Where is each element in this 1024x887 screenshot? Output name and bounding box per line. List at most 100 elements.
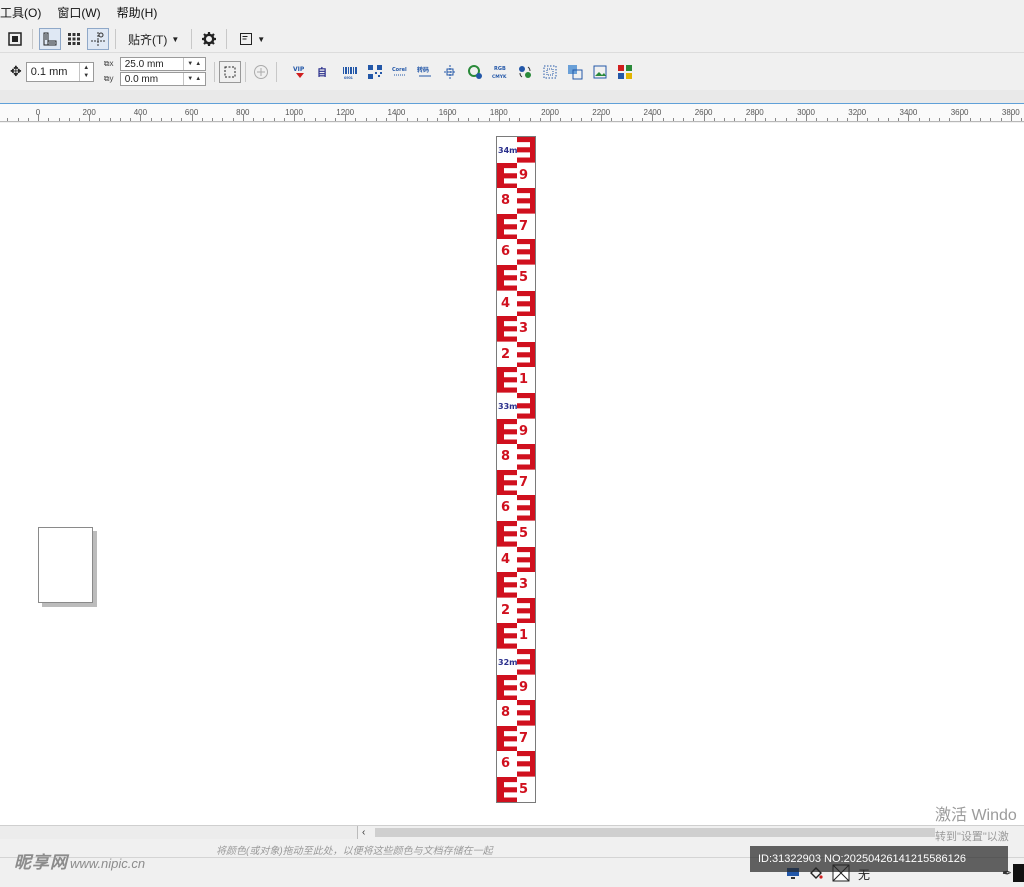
vip-icon[interactable]: VIP [291, 62, 310, 81]
horizontal-ruler[interactable]: 0 200 400 600 800 1000 1200 1400 1600 1800 2000 220… [0, 104, 1024, 122]
ruler-tick [550, 114, 551, 121]
image-icon[interactable] [591, 62, 610, 81]
qr-code-icon[interactable] [366, 62, 385, 81]
toolbar-separator [226, 29, 228, 49]
dotted-select-icon[interactable] [541, 62, 560, 81]
staff-e-mark [497, 623, 517, 649]
drawing-canvas[interactable]: 34m 9 8 7 6 5 4 3 2 1 33m 9 8 7 6 5 4 3 2 1 32m 9 8 7 6 5 [0, 123, 1024, 825]
ruler-tick [375, 118, 377, 121]
ruler-tick [171, 118, 173, 121]
ruler-tick [79, 118, 80, 121]
duplicate-y-spinner[interactable]: ▼ ▲ [182, 73, 205, 85]
snap-to-dropdown[interactable]: 贴齐(T) ▼ [122, 28, 185, 50]
outline-color-swatch[interactable] [1013, 864, 1024, 882]
staff-e-mark [497, 265, 517, 291]
launcher-dropdown[interactable]: ▼ [233, 28, 271, 50]
standard-toolbar: 贴齐(T) ▼ ▼ [0, 26, 1024, 52]
staff-digit: 8 [501, 705, 511, 721]
staff-digit: 8 [501, 193, 511, 209]
barcode-icon[interactable]: 6901 [341, 62, 360, 81]
ruler-tick [478, 118, 480, 121]
horizontal-scroll-thumb[interactable] [375, 828, 935, 837]
ruler-tick [232, 118, 234, 121]
horizontal-scrollbar-area: ‹ [0, 825, 1024, 839]
windows-activation-notice: 激活 Windo 转到"设置"以激 [935, 806, 1017, 844]
show-rulers-icon[interactable] [39, 28, 61, 50]
ruler-tick [283, 118, 285, 121]
color-gear-icon[interactable] [466, 62, 485, 81]
gear-icon[interactable] [198, 28, 220, 50]
toolbar-separator [244, 61, 246, 82]
show-grid-icon[interactable] [63, 28, 85, 50]
svg-text:转码: 转码 [417, 66, 429, 74]
ruler-tick [519, 118, 521, 121]
ruler-tick [631, 118, 633, 121]
ruler-tick [570, 118, 572, 121]
duplicate-y-value: 0.0 mm [124, 73, 159, 85]
staff-digit: 3 [519, 577, 529, 593]
duplicate-x-spinner[interactable]: ▼ ▲ [182, 58, 205, 70]
ruler-tick [672, 118, 674, 121]
ruler-tick [734, 118, 736, 121]
nudge-distance-input[interactable]: 0.1 mm ▲ ▼ [25, 61, 94, 82]
menu-help[interactable]: 帮助(H) [109, 0, 166, 26]
ruler-tick [335, 118, 336, 121]
page-tabs-area[interactable] [0, 826, 358, 839]
page-preview[interactable] [38, 527, 93, 603]
ruler-tick [58, 118, 60, 121]
ruler-tick [509, 118, 510, 121]
ruler-tick [580, 118, 582, 121]
menu-tools[interactable]: 工具(O) [0, 0, 49, 26]
staff-digit: 5 [519, 782, 529, 797]
ruler-tick [355, 118, 357, 121]
color-palette-icon[interactable] [616, 62, 635, 81]
ruler-tick [27, 118, 29, 121]
ruler-tick [744, 118, 746, 121]
corel-icon[interactable]: Corel [391, 62, 410, 81]
scroll-left-icon[interactable]: ‹ [362, 826, 365, 839]
rgb-cmyk-icon[interactable]: RGB CMYK [491, 62, 510, 81]
ruler-tick [150, 118, 152, 121]
staff-meter-label: 34m [498, 146, 518, 155]
conversion-icon[interactable]: 转码 [416, 62, 435, 81]
align-nodes-icon[interactable] [441, 62, 460, 81]
ruler-tick [918, 118, 920, 121]
copy-object-icon[interactable] [566, 62, 585, 81]
ruler-tick [201, 118, 203, 121]
svg-text:VIP: VIP [293, 66, 305, 73]
staff-e-mark [497, 367, 517, 393]
watermark-site: www.nipic.cn [70, 856, 146, 871]
ruler-gutter [0, 90, 1024, 104]
ruler-tick [437, 118, 439, 121]
show-guidelines-icon[interactable] [87, 28, 109, 50]
staff-digit: 3 [519, 321, 529, 337]
ruler-tick [683, 118, 685, 121]
ruler-tick [294, 114, 295, 121]
nudge-icon: ✥ [10, 63, 22, 79]
duplicate-x-input[interactable]: 25.0 mm ▼ ▲ [119, 57, 206, 71]
staff-digit: 6 [501, 756, 511, 772]
add-circle-icon[interactable] [250, 61, 272, 83]
nudge-spinner[interactable]: ▲ ▼ [78, 62, 93, 81]
ruler-tick [867, 118, 869, 121]
staff-digit: 4 [501, 295, 511, 311]
ruler-tick [222, 118, 224, 121]
swap-color-icon[interactable] [516, 62, 535, 81]
ruler-tick [488, 118, 490, 121]
menu-window[interactable]: 窗口(W) [49, 0, 108, 26]
full-screen-preview-icon[interactable] [4, 28, 26, 50]
ruler-tick [160, 118, 162, 121]
crop-marks-icon[interactable] [218, 60, 241, 83]
toolbar-separator [115, 29, 116, 49]
staff-digit: 1 [519, 372, 529, 388]
custom-text-icon[interactable]: 自 [316, 62, 335, 81]
duplicate-y-input[interactable]: 0.0 mm ▼ ▲ [119, 72, 206, 86]
ruler-tick [365, 118, 367, 121]
ruler-tick [1000, 118, 1002, 121]
staff-digit: 7 [519, 218, 529, 234]
ruler-tick [468, 118, 470, 121]
ruler-tick [539, 118, 541, 121]
ruler-tick [591, 118, 592, 121]
ruler-tick [119, 118, 121, 121]
leveling-staff-drawing[interactable]: 34m 9 8 7 6 5 4 3 2 1 33m 9 8 7 6 5 4 3 2 1 32m 9 8 7 6 5 [496, 136, 536, 803]
